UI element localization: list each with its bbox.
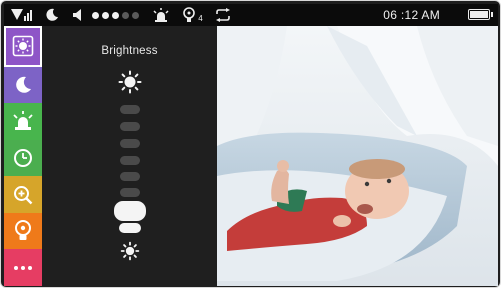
baby-in-crib-image xyxy=(217,26,498,286)
brightness-step[interactable] xyxy=(119,223,141,233)
brightness-step[interactable] xyxy=(120,122,140,131)
brightness-step[interactable] xyxy=(120,188,140,197)
camera-feed xyxy=(217,26,498,286)
sun-min-icon xyxy=(120,241,140,261)
brightness-panel: Brightness xyxy=(42,26,217,286)
brightness-slider-thumb[interactable] xyxy=(114,201,146,221)
temperature-badge: 4 xyxy=(198,13,203,23)
clock-time: 06 :12 AM xyxy=(383,8,440,22)
sidebar-item-temperature[interactable] xyxy=(4,212,42,250)
alarm-icon xyxy=(151,4,171,26)
moon-icon xyxy=(16,76,31,93)
sidebar-item-timer[interactable] xyxy=(4,139,42,177)
clock-icon xyxy=(14,149,32,168)
volume-dot xyxy=(132,11,139,19)
more-icon xyxy=(14,265,32,270)
zoom-in-icon xyxy=(14,185,33,204)
volume-dot xyxy=(112,11,119,19)
function-sidebar xyxy=(4,26,42,287)
battery-icon xyxy=(468,9,493,20)
thermometer-icon xyxy=(15,220,31,241)
sidebar-item-alarm[interactable] xyxy=(4,103,42,140)
brightness-icon xyxy=(12,35,34,57)
brightness-step[interactable] xyxy=(120,172,140,181)
volume-level-dots xyxy=(92,11,139,19)
brightness-step[interactable] xyxy=(120,156,140,165)
battery-fill xyxy=(470,11,488,18)
sidebar-item-more[interactable] xyxy=(4,249,42,287)
sun-max-icon xyxy=(118,70,142,94)
speaker-icon xyxy=(70,4,88,26)
camera-monitor-screen: 4 06 :12 AM Brightness xyxy=(0,0,501,288)
sidebar-item-zoom[interactable] xyxy=(4,176,42,213)
brightness-step[interactable] xyxy=(120,139,140,148)
sidebar-item-brightness[interactable] xyxy=(4,26,42,67)
status-bar: 4 06 :12 AM xyxy=(4,4,498,26)
panel-title: Brightness xyxy=(101,45,158,57)
volume-dot xyxy=(102,11,109,19)
repeat-icon xyxy=(213,4,233,26)
temperature-icon: 4 xyxy=(181,4,205,26)
signal-icon xyxy=(8,4,34,26)
sidebar-item-night-mode[interactable] xyxy=(4,66,42,104)
moon-icon xyxy=(42,4,62,26)
alarm-icon xyxy=(13,111,33,131)
brightness-step[interactable] xyxy=(120,105,140,114)
volume-dot xyxy=(92,11,99,19)
volume-dot xyxy=(122,11,129,19)
